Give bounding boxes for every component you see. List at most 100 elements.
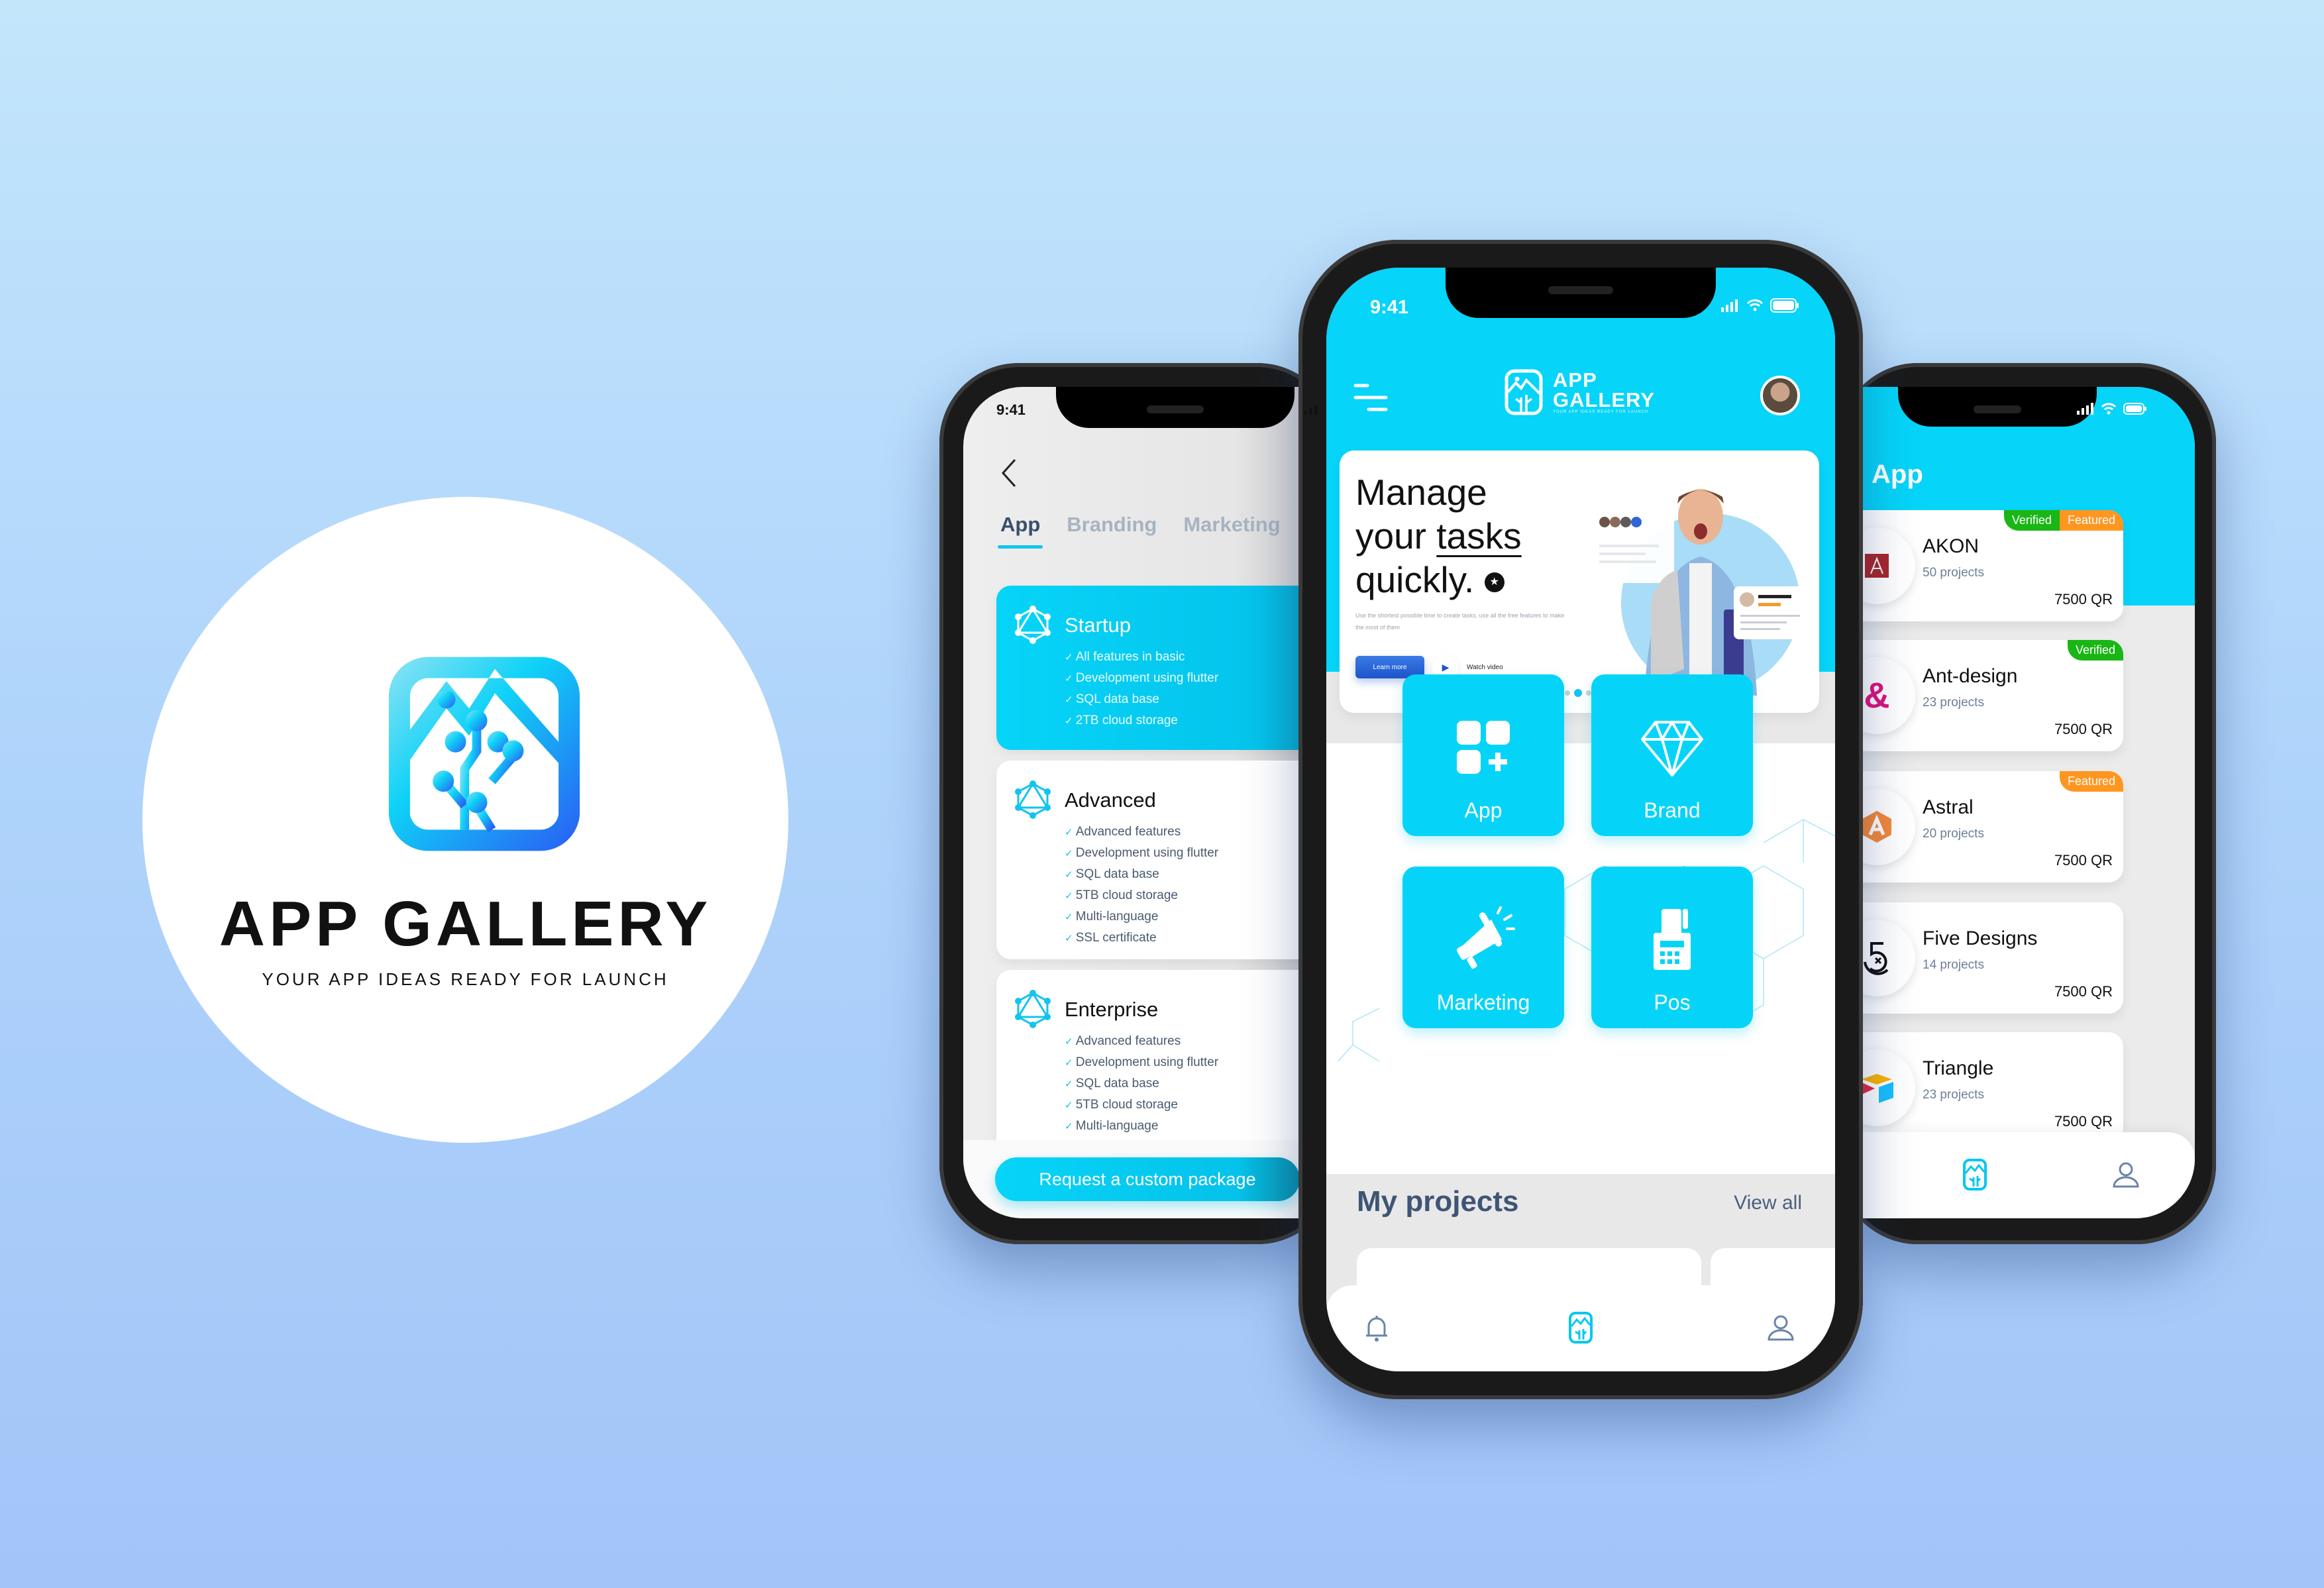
feature-item: SQL data base — [1065, 1073, 1218, 1094]
project-count: 23 projects — [1923, 696, 1984, 710]
package-name: Enterprise — [1065, 998, 1159, 1021]
back-chevron-icon[interactable] — [996, 453, 1023, 493]
hero-title-highlight: tasks — [1436, 515, 1522, 556]
category-label: App — [1464, 798, 1503, 822]
my-projects-title: My projects — [1357, 1185, 1519, 1218]
package-features: All features in basic Development using … — [1065, 647, 1218, 731]
app-price: 7500 QR — [2054, 852, 2113, 869]
status-icons — [2077, 403, 2147, 415]
project-count: 20 projects — [1923, 827, 1984, 841]
tab-branding[interactable]: Branding — [1067, 513, 1157, 537]
app-gallery-nav-icon[interactable] — [1563, 1310, 1598, 1345]
feature-item: 5TB cloud storage — [1065, 885, 1218, 906]
carousel-dots — [1565, 689, 1591, 697]
bottom-navigation — [1832, 1132, 2195, 1218]
header-brand: APP GALLERY YOUR APP IDEAS READY FOR LAU… — [1504, 368, 1655, 416]
app-price: 7500 QR — [2054, 983, 2113, 1000]
category-brand[interactable]: Brand — [1591, 674, 1753, 836]
phone-notch — [1056, 387, 1294, 428]
star-badge-icon: ★ — [1484, 572, 1505, 593]
category-label: Pos — [1654, 990, 1691, 1014]
feature-item: Advanced features — [1065, 821, 1218, 843]
pos-terminal-icon — [1654, 909, 1691, 970]
project-count: 50 projects — [1923, 566, 1984, 580]
app-gallery-nav-icon[interactable] — [1958, 1157, 1992, 1192]
tab-app[interactable]: App — [997, 513, 1043, 549]
brand-name: APP GALLERY — [219, 888, 712, 959]
package-card-advanced[interactable]: Advanced Advanced features Development u… — [996, 761, 1347, 959]
status-icons — [1304, 403, 1324, 415]
tab-marketing[interactable]: Marketing — [1183, 513, 1280, 537]
feature-item: Development using flutter — [1065, 1052, 1218, 1073]
brand-tagline: YOUR APP IDEAS READY FOR LAUNCH — [262, 969, 669, 989]
app-list-item[interactable]: Verified & Ant-design 23 projects 7500 Q… — [1832, 640, 2123, 751]
feature-item: Development using flutter — [1065, 843, 1218, 864]
wifi-icon — [1746, 299, 1764, 311]
user-profile-icon[interactable] — [1764, 1310, 1798, 1345]
graphql-icon — [1015, 780, 1051, 819]
package-features: Advanced features Development using flut… — [1065, 821, 1218, 949]
app-list-item[interactable]: Verified Featured AKON 50 projects 7500 … — [1832, 510, 2123, 621]
phone-app-list-screen: App Verified Featured AKON 50 projects 7… — [1832, 363, 2216, 1244]
carousel-dot[interactable] — [1586, 690, 1591, 696]
feature-item: Advanced features — [1065, 1031, 1218, 1052]
category-app[interactable]: App — [1402, 674, 1564, 836]
request-custom-package-button[interactable]: Request a custom package — [995, 1157, 1300, 1201]
app-list-item[interactable]: Featured Astral 20 projects 7500 QR — [1832, 771, 2123, 882]
package-name: Advanced — [1065, 788, 1156, 812]
signal-icon — [1304, 405, 1318, 415]
feature-item: Development using flutter — [1065, 668, 1218, 689]
feature-item: SQL data base — [1065, 864, 1218, 885]
app-list-title: App — [1872, 460, 1923, 489]
feature-item: SSL certificate — [1065, 927, 1218, 949]
app-gallery-logo-icon — [1505, 369, 1543, 415]
menu-icon[interactable] — [1353, 382, 1390, 413]
app-list-item[interactable]: Triangle 23 projects 7500 QR — [1832, 1032, 2123, 1143]
verified-badge: Verified — [2003, 510, 2060, 531]
carousel-dot-active[interactable] — [1574, 689, 1582, 697]
app-name: Ant-design — [1923, 665, 2018, 687]
view-all-link[interactable]: View all — [1734, 1192, 1802, 1214]
bottom-navigation — [1326, 1285, 1835, 1371]
megaphone-icon — [1456, 906, 1515, 969]
hero-title-line-3: quickly. ★ — [1355, 558, 1522, 602]
feature-item: SQL data base — [1065, 689, 1218, 710]
app-name: Astral — [1923, 796, 1974, 818]
hero-description: Use the shortest possible time to create… — [1355, 612, 1565, 631]
brand-tagline-small: YOUR APP IDEAS READY FOR LAUNCH — [1553, 410, 1649, 414]
graphql-icon — [1015, 990, 1051, 1028]
feature-item: 5TB cloud storage — [1065, 1094, 1218, 1116]
hero-banner[interactable]: Manage your tasks quickly. ★ Use the sho… — [1340, 450, 1819, 713]
status-time: 9:41 — [996, 401, 1026, 418]
hero-title: Manage your tasks quickly. ★ — [1355, 470, 1522, 602]
user-avatar[interactable] — [1760, 376, 1800, 415]
badges: Featured — [2059, 771, 2123, 792]
apps-add-icon — [1457, 721, 1510, 774]
carousel-dot[interactable] — [1565, 690, 1570, 696]
brand-line-1: APP — [1553, 368, 1597, 392]
app-price: 7500 QR — [2054, 591, 2113, 608]
phone-notch — [1446, 268, 1716, 318]
bell-icon[interactable] — [1359, 1310, 1394, 1345]
packages-footer: Request a custom package — [963, 1140, 1347, 1218]
app-name: Triangle — [1923, 1057, 1994, 1079]
category-pos[interactable]: Pos — [1591, 867, 1753, 1028]
category-marketing[interactable]: Marketing — [1402, 867, 1564, 1028]
app-name: Five Designs — [1923, 927, 2038, 949]
package-card-startup[interactable]: Startup All features in basic Developmen… — [996, 586, 1347, 750]
watch-video-label: Watch video — [1467, 663, 1503, 671]
wifi-icon — [2101, 403, 2117, 415]
packages-screen: 9:41 App Branding Marketing Startup All … — [963, 387, 1347, 1218]
graphql-icon — [1015, 606, 1051, 644]
project-count: 23 projects — [1923, 1088, 1984, 1102]
badges: Verified — [2067, 640, 2123, 661]
feature-item: Multi-language — [1065, 1116, 1218, 1137]
signal-icon — [2077, 403, 2093, 415]
user-profile-icon[interactable] — [2109, 1157, 2143, 1192]
package-name: Startup — [1065, 613, 1131, 637]
category-label: Brand — [1644, 798, 1701, 822]
app-name: AKON — [1923, 535, 1980, 557]
status-time: 9:41 — [1370, 297, 1409, 318]
app-list-item[interactable]: Five Designs 14 projects 7500 QR — [1832, 902, 2123, 1014]
feature-item: All features in basic — [1065, 647, 1218, 668]
